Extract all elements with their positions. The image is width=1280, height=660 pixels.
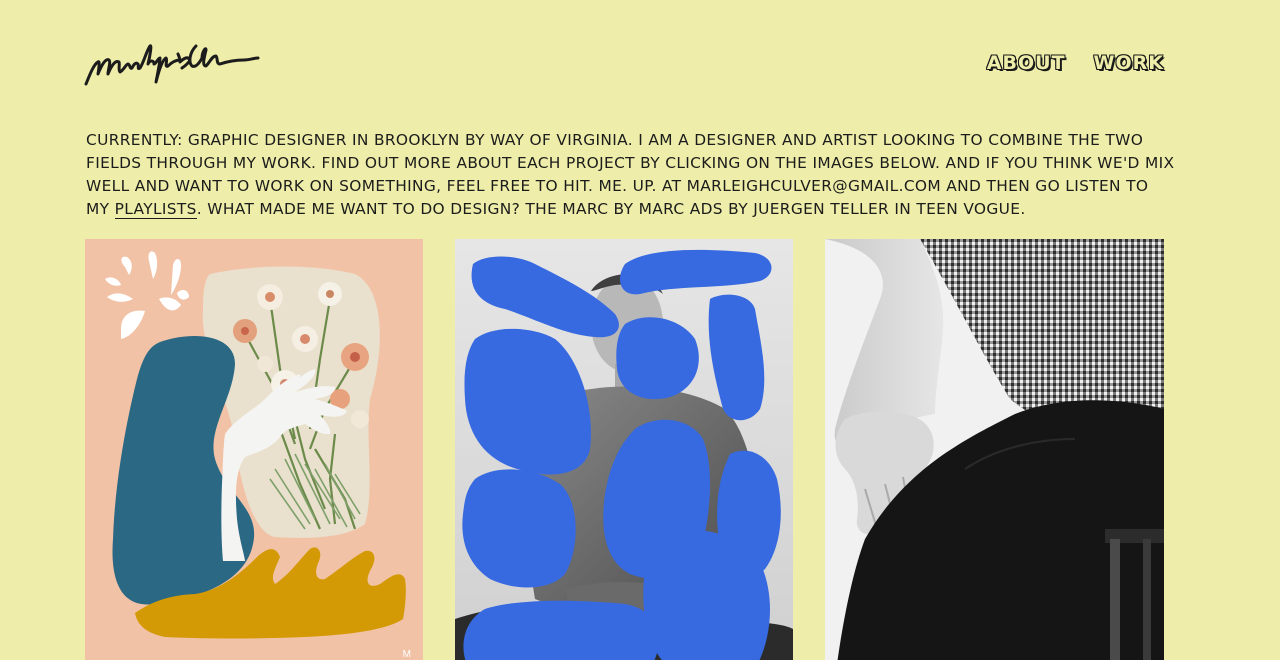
- project-gallery: M: [0, 239, 1280, 660]
- floral-collage-image: M: [85, 239, 423, 660]
- nav-work-link[interactable]: WORK: [1094, 52, 1164, 74]
- playlists-link[interactable]: playlists: [114, 200, 197, 219]
- blue-blob-portrait-image: [455, 239, 793, 660]
- signature-logo-icon: [84, 44, 260, 86]
- project-tile-floral-collage[interactable]: M: [85, 239, 423, 660]
- page: ABOUT WORK Currently: graphic designer i…: [0, 0, 1280, 660]
- nav-about-link[interactable]: ABOUT: [987, 52, 1066, 74]
- main-nav: ABOUT WORK: [987, 52, 1164, 74]
- project-tile-blue-blob-portrait[interactable]: [455, 239, 793, 660]
- svg-text:M: M: [403, 649, 411, 660]
- intro-paragraph: Currently: graphic designer in Brooklyn …: [86, 129, 1176, 221]
- signature-logo[interactable]: [84, 38, 260, 90]
- project-tile-gingham-shirt-photo[interactable]: [825, 239, 1164, 660]
- gingham-shirt-photo-image: [825, 239, 1164, 660]
- intro-text-2: . What made me want to do design? The Ma…: [196, 200, 1026, 218]
